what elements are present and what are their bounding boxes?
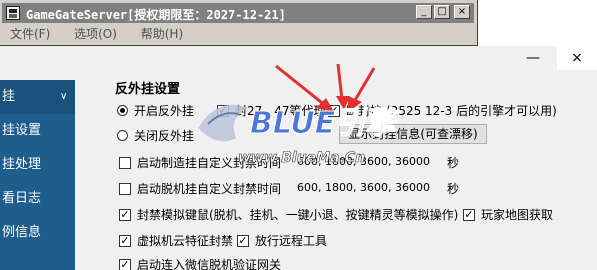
inner-close-button[interactable]: ×	[557, 46, 597, 70]
menu-options[interactable]: 选项(O)	[74, 25, 117, 43]
minimize-button[interactable]: _	[416, 5, 432, 19]
custom-ban-1-label: 启动制造挂自定义封禁时间	[137, 156, 282, 170]
chevron-down-icon: ∨	[60, 91, 68, 102]
custom-ban-1-checkbox[interactable]	[119, 156, 131, 169]
app-icon	[6, 6, 20, 20]
sidebar-item-handling[interactable]: 挂处理	[0, 148, 75, 182]
sidebar-item-anticheat[interactable]: 挂 ∨	[0, 80, 75, 114]
player-map-label: 玩家地图获取	[481, 208, 554, 222]
block-cheat-note: (2525 12-3 后的引擎才可以用)	[386, 104, 557, 118]
wechat-verify-label: 启动连入微信脱机验证网关	[137, 258, 282, 270]
section-heading: 反外挂设置	[115, 82, 181, 97]
radio-disable-row[interactable]: 关闭反外挂	[117, 127, 194, 144]
remote-tool-row[interactable]: ✓ 放行远程工具	[237, 232, 327, 249]
sidebar-item-settings[interactable]: 挂设置	[0, 114, 75, 148]
custom-ban-2-unit: 秒	[447, 182, 460, 196]
radio-enable[interactable]	[117, 105, 128, 116]
simulate-input-label: 封禁模拟键鼠(脱机、挂机、一键小退、按键精灵等模拟操作)	[137, 208, 459, 222]
vm-cloud-row[interactable]: ✓ 虚拟机云特征封禁	[119, 232, 233, 249]
menu-file[interactable]: 文件(F)	[10, 25, 50, 43]
sidebar-item-label: 挂	[2, 89, 16, 104]
window-title: GameGateServer[授权期限至：2027-12-21]	[26, 8, 286, 22]
player-map-row[interactable]: ✓ 玩家地图获取	[463, 206, 553, 223]
sidebar-item-label: 看日志	[2, 191, 42, 206]
simulate-input-row[interactable]: ✓ 封禁模拟键鼠(脱机、挂机、一键小退、按键精灵等模拟操作)	[119, 206, 458, 223]
sidebar-item-instance[interactable]: 例信息	[0, 216, 75, 250]
vm-cloud-label: 虚拟机云特征封禁	[137, 234, 234, 248]
sidebar: 挂 ∨ 挂设置 挂处理 看日志 例信息	[0, 80, 75, 270]
maximize-button[interactable]: □	[434, 5, 450, 19]
radio-disable-label: 关闭反外挂	[134, 129, 195, 143]
sidebar-item-label: 挂设置	[2, 123, 42, 138]
radio-enable-label: 开启反外挂	[134, 104, 195, 118]
annotation-arrows	[275, 63, 376, 112]
radio-disable[interactable]	[117, 130, 128, 141]
proxy-ban-checkbox[interactable]: ✓	[217, 104, 229, 117]
wechat-verify-row[interactable]: ✓ 启动连入微信脱机验证网关	[119, 256, 281, 270]
custom-ban-2-input[interactable]: 600, 1800, 3600, 36000	[297, 181, 430, 194]
close-button[interactable]: ×	[454, 5, 470, 19]
sidebar-item-logs[interactable]: 看日志	[0, 182, 75, 216]
player-map-checkbox[interactable]: ✓	[463, 208, 475, 221]
menu-help[interactable]: 帮助(H)	[141, 25, 183, 43]
custom-ban-1-unit: 秒	[447, 156, 460, 170]
custom-ban-1-input[interactable]: 600, 1800, 3600, 36000	[297, 155, 430, 168]
custom-ban-2-row[interactable]: 启动脱机挂自定义封禁时间	[119, 180, 281, 197]
sidebar-item-label: 例信息	[2, 225, 42, 240]
custom-ban-1-row[interactable]: 启动制造挂自定义封禁时间	[119, 154, 281, 171]
show-ban-info-button[interactable]: 显示封挂信息(可查漂移)	[339, 124, 487, 144]
remote-tool-checkbox[interactable]: ✓	[237, 234, 249, 247]
vm-cloud-checkbox[interactable]: ✓	[119, 234, 131, 247]
menu-bar: 文件(F) 选项(O) 帮助(H)	[2, 25, 474, 43]
simulate-input-checkbox[interactable]: ✓	[119, 208, 131, 221]
custom-ban-2-checkbox[interactable]	[119, 182, 131, 195]
inner-minimize-button[interactable]: —	[513, 46, 553, 70]
outer-window: GameGateServer[授权期限至：2027-12-21] _ □ × 文…	[0, 0, 478, 46]
custom-ban-2-label: 启动脱机挂自定义封禁时间	[137, 182, 282, 196]
remote-tool-label: 放行远程工具	[255, 234, 328, 248]
radio-enable-row[interactable]: 开启反外挂	[117, 102, 194, 119]
sidebar-item-label: 挂处理	[2, 157, 42, 172]
title-bar: GameGateServer[授权期限至：2027-12-21] _ □ ×	[2, 3, 474, 23]
wechat-verify-checkbox[interactable]: ✓	[119, 258, 131, 270]
